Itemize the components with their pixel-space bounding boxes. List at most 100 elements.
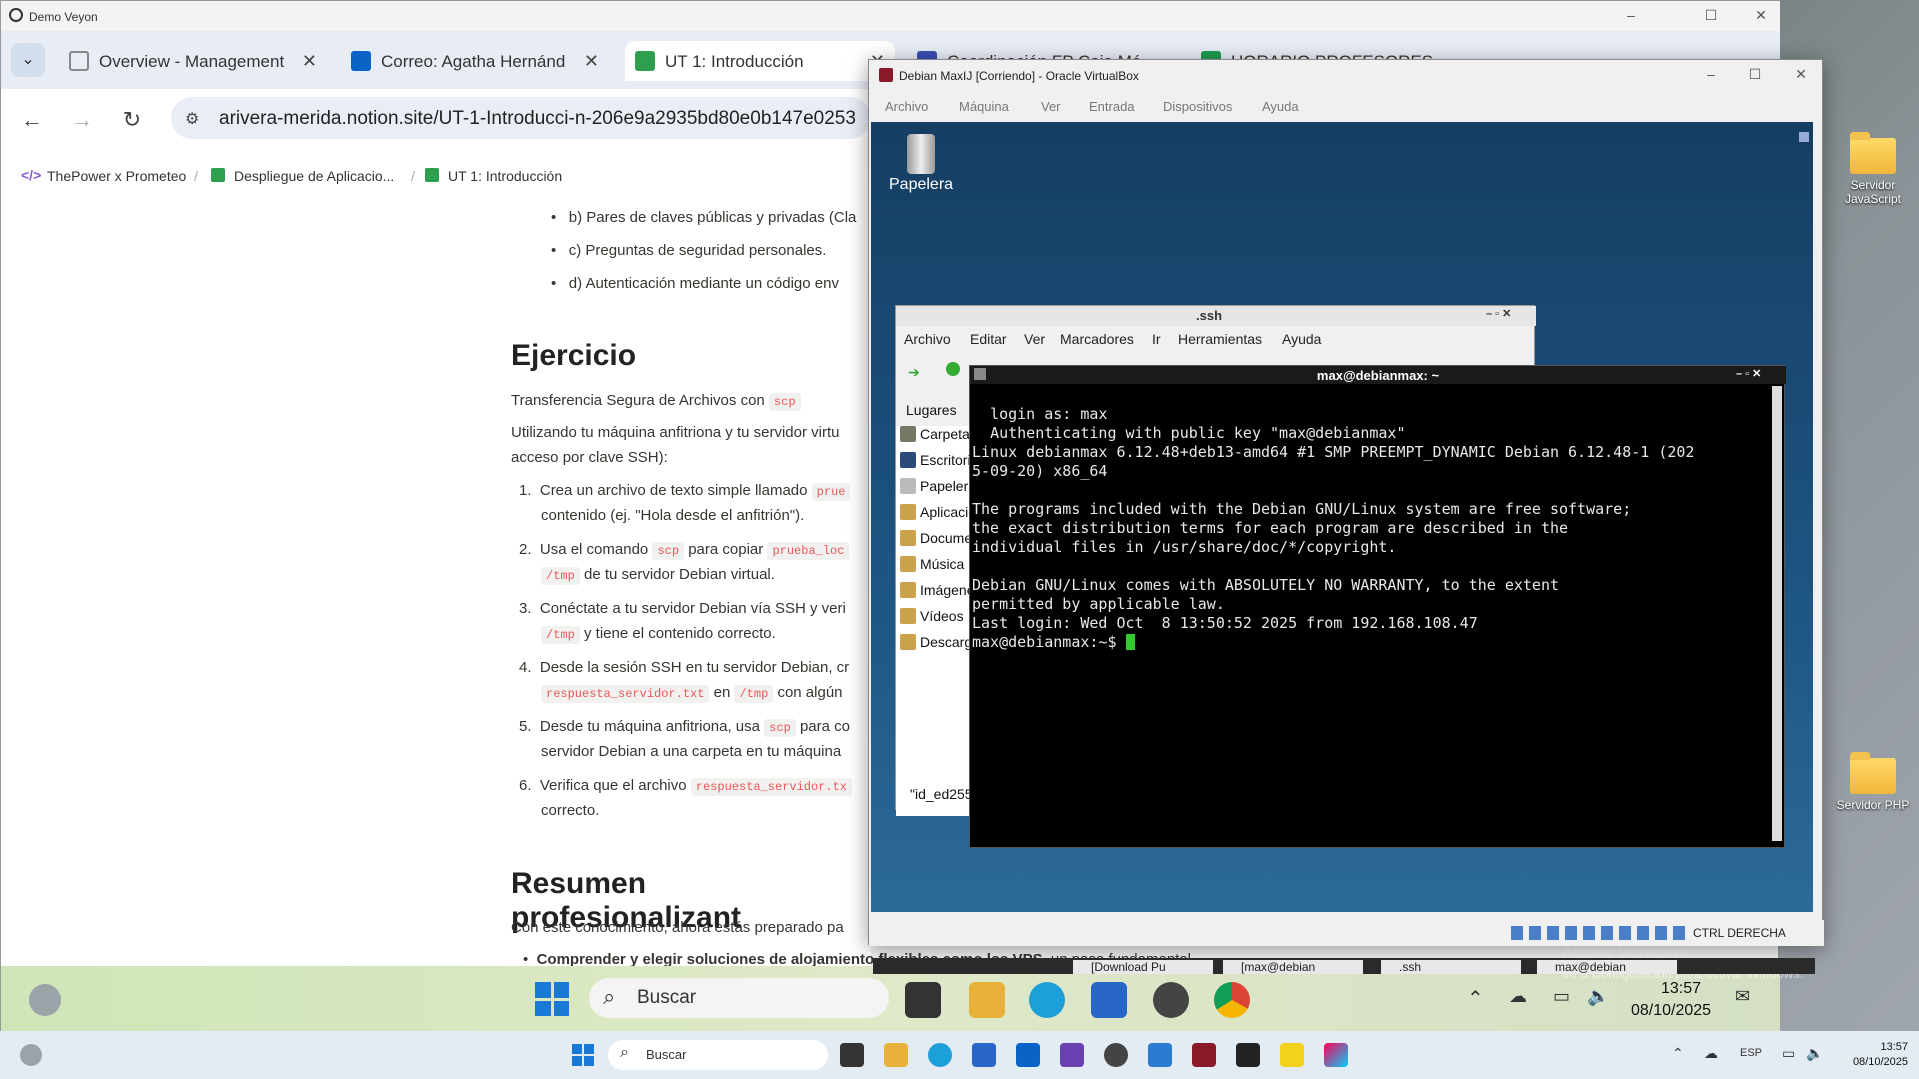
language-indicator[interactable]: ESP bbox=[1740, 1047, 1762, 1059]
weather-icon[interactable] bbox=[20, 1044, 42, 1066]
volume-icon[interactable]: 🔈 bbox=[1806, 1045, 1823, 1062]
guest-task-terminal[interactable]: [max@debian bbox=[1223, 960, 1363, 974]
notifications-icon[interactable]: ✉ bbox=[1735, 986, 1750, 1007]
task-view-icon[interactable] bbox=[905, 982, 941, 1018]
tab-correo[interactable]: Correo: Agatha Hernánd ✕ bbox=[341, 41, 609, 81]
minimize-button[interactable]: – bbox=[1621, 7, 1641, 23]
store-icon[interactable] bbox=[972, 1043, 996, 1067]
place-trash[interactable]: Papelera bbox=[900, 478, 976, 500]
notification-icon[interactable] bbox=[1799, 132, 1809, 142]
notion-page: • b) Pares de claves públicas y privadas… bbox=[1, 199, 1191, 969]
terminal-scrollbar[interactable] bbox=[1772, 386, 1782, 841]
list-item-continued: respuesta_servidor.txt en /tmp con algún bbox=[541, 684, 843, 703]
taskbar-search[interactable]: ⌕ Buscar bbox=[589, 978, 889, 1018]
go-icon[interactable] bbox=[946, 362, 960, 376]
menu-ayuda[interactable]: Ayuda bbox=[1262, 99, 1299, 114]
weather-icon[interactable] bbox=[29, 984, 61, 1016]
menu-herramientas[interactable]: Herramientas bbox=[1178, 331, 1262, 347]
reload-button[interactable]: ↻ bbox=[117, 107, 147, 133]
guest-task-ssh[interactable]: .ssh bbox=[1381, 960, 1521, 974]
menu-ver[interactable]: Ver bbox=[1024, 331, 1045, 347]
taskbar-search[interactable]: ⌕ Buscar bbox=[608, 1040, 828, 1070]
chrome-icon[interactable] bbox=[1214, 982, 1250, 1018]
menu-marcadores[interactable]: Marcadores bbox=[1060, 331, 1134, 347]
checkbox-icon bbox=[635, 51, 655, 71]
file-explorer-icon[interactable] bbox=[884, 1043, 908, 1067]
app-icon[interactable] bbox=[1148, 1043, 1172, 1067]
task-view-icon[interactable] bbox=[840, 1043, 864, 1067]
checkbox-icon bbox=[211, 168, 225, 182]
place-videos[interactable]: Vídeos bbox=[900, 608, 964, 630]
minimize-button[interactable]: – bbox=[1701, 66, 1721, 82]
search-placeholder: Buscar bbox=[637, 987, 697, 1008]
terminal-icon[interactable] bbox=[1236, 1043, 1260, 1067]
menu-ayuda[interactable]: Ayuda bbox=[1282, 331, 1321, 347]
guest-task-download[interactable]: [Download Pu bbox=[1073, 960, 1213, 974]
edge-icon[interactable] bbox=[928, 1043, 952, 1067]
veyon-icon[interactable] bbox=[1104, 1043, 1128, 1067]
terminal-output[interactable]: login as: max Authenticating with public… bbox=[972, 386, 1772, 846]
menu-ir[interactable]: Ir bbox=[1152, 331, 1161, 347]
forward-icon[interactable]: ➔ bbox=[908, 364, 920, 381]
window-controls[interactable]: – ▫ ✕ bbox=[1486, 307, 1511, 320]
tab-overview[interactable]: Overview - Management ✕ bbox=[59, 41, 327, 81]
menu-archivo[interactable]: Archivo bbox=[885, 99, 928, 114]
veyon-icon[interactable] bbox=[1153, 982, 1189, 1018]
clock[interactable]: 13:57 08/10/2025 bbox=[1631, 980, 1711, 1020]
network-icon[interactable]: ▭ bbox=[1782, 1045, 1795, 1062]
close-tab-icon[interactable]: ✕ bbox=[584, 51, 599, 72]
volume-icon[interactable]: 🔈 bbox=[1587, 986, 1609, 1007]
sticky-notes-icon[interactable] bbox=[1280, 1043, 1304, 1067]
guest-screen[interactable]: Papelera .ssh – ▫ ✕ Archivo Editar Ver M… bbox=[871, 122, 1815, 974]
maximize-button[interactable]: ☐ bbox=[1701, 7, 1721, 24]
breadcrumb-item[interactable]: Despliegue de Aplicacio... bbox=[234, 168, 394, 184]
paragraph: Transferencia Segura de Archivos con scp bbox=[511, 392, 801, 411]
onedrive-icon[interactable]: ☁ bbox=[1704, 1045, 1718, 1062]
menu-entrada[interactable]: Entrada bbox=[1089, 99, 1135, 114]
desktop-icon-servidor-php[interactable]: Servidor PHP bbox=[1828, 752, 1918, 812]
search-placeholder: Buscar bbox=[646, 1047, 687, 1062]
menu-ver[interactable]: Ver bbox=[1041, 99, 1061, 114]
menu-editar[interactable]: Editar bbox=[970, 331, 1007, 347]
close-tab-icon[interactable]: ✕ bbox=[302, 51, 317, 72]
chevron-up-icon[interactable]: ⌃ bbox=[1672, 1045, 1684, 1062]
edge-icon[interactable] bbox=[1029, 982, 1065, 1018]
start-button[interactable] bbox=[535, 982, 569, 1016]
device-status-icons[interactable] bbox=[1511, 926, 1685, 940]
place-music[interactable]: Música bbox=[900, 556, 964, 578]
back-button[interactable]: ← bbox=[17, 107, 47, 133]
tab-ut1[interactable]: UT 1: Introducción ✕ bbox=[625, 41, 895, 81]
forward-button[interactable]: → bbox=[67, 107, 97, 133]
code-icon: </> bbox=[21, 167, 42, 183]
onedrive-icon[interactable]: ☁ bbox=[1509, 986, 1527, 1007]
terminal-window[interactable]: max@debianmax: ~ – ▫ ✕ login as: max Aut… bbox=[969, 365, 1786, 848]
close-button[interactable]: ✕ bbox=[1791, 66, 1811, 83]
place-desktop[interactable]: Escritorio bbox=[900, 452, 978, 474]
guest-task-max[interactable]: max@debian bbox=[1537, 960, 1677, 974]
clock[interactable]: 13:57 08/10/2025 bbox=[1838, 1041, 1908, 1068]
site-info-icon[interactable]: ⚙ bbox=[185, 109, 199, 129]
file-explorer-icon[interactable] bbox=[969, 982, 1005, 1018]
breadcrumb-item[interactable]: UT 1: Introducción bbox=[448, 168, 562, 184]
desktop-icon-servidor-javascript[interactable]: Servidor JavaScript bbox=[1828, 132, 1918, 206]
vscode-icon[interactable] bbox=[1060, 1043, 1084, 1067]
list-item: • b) Pares de claves públicas y privadas… bbox=[551, 209, 857, 226]
virtualbox-icon[interactable] bbox=[1192, 1043, 1216, 1067]
tab-search-button[interactable]: ⌄ bbox=[11, 43, 45, 77]
desktop-icon-trash[interactable]: Papelera bbox=[889, 134, 953, 194]
app-icon[interactable] bbox=[1324, 1043, 1348, 1067]
maximize-button[interactable]: ☐ bbox=[1745, 66, 1765, 83]
store-icon[interactable] bbox=[1091, 982, 1127, 1018]
close-button[interactable]: ✕ bbox=[1751, 7, 1771, 24]
start-button[interactable] bbox=[572, 1044, 594, 1066]
menu-archivo[interactable]: Archivo bbox=[904, 331, 951, 347]
breadcrumb-item[interactable]: ThePower x Prometeo bbox=[47, 168, 186, 184]
network-icon[interactable]: ▭ bbox=[1553, 986, 1570, 1007]
folder-icon bbox=[900, 530, 916, 546]
chevron-up-icon[interactable]: ⌃ bbox=[1467, 986, 1484, 1011]
outlook-icon[interactable] bbox=[1016, 1043, 1040, 1067]
address-bar[interactable]: ⚙ arivera-merida.notion.site/UT-1-Introd… bbox=[171, 97, 871, 139]
menu-dispositivos[interactable]: Dispositivos bbox=[1163, 99, 1232, 114]
window-controls[interactable]: – ▫ ✕ bbox=[1736, 367, 1761, 380]
menu-maquina[interactable]: Máquina bbox=[959, 99, 1009, 114]
